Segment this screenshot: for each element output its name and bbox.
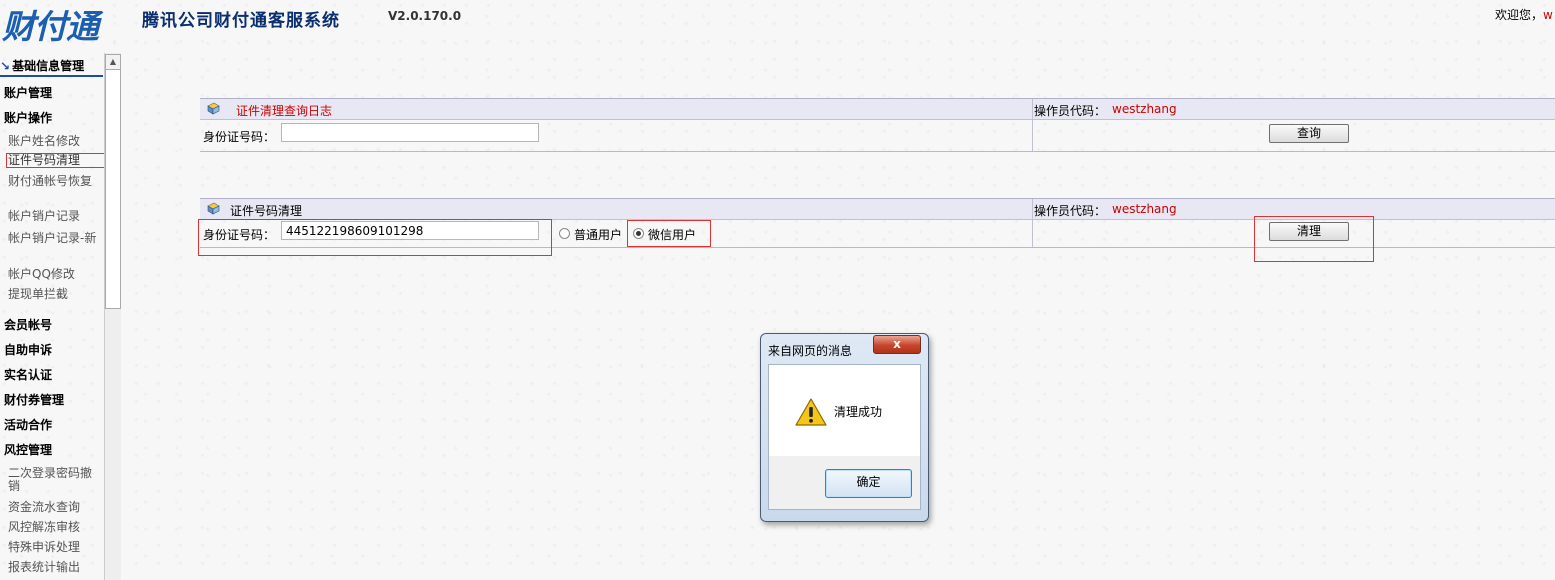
sidebar-category-account-operation[interactable]: 账户操作: [4, 109, 52, 126]
sidebar-category-risk[interactable]: 风控管理: [4, 441, 52, 458]
sidebar-item-risk-unfreeze[interactable]: 风控解冻审核: [8, 521, 100, 534]
query-panel-header: 证件清理查询日志 操作员代码： westzhang: [200, 98, 1555, 120]
query-panel-body: 身份证号码： 查询: [200, 119, 1555, 152]
dialog-content: 清理成功: [768, 364, 921, 457]
dialog-message: 清理成功: [834, 405, 883, 419]
sidebar-item-id-clean[interactable]: 证件号码清理: [6, 153, 104, 168]
radio-normal-user-label[interactable]: 普通用户: [574, 226, 622, 243]
welcome-user[interactable]: w: [1543, 8, 1553, 22]
scrollbar-thumb[interactable]: [105, 69, 121, 309]
sidebar-item-name-modify[interactable]: 账户姓名修改: [8, 135, 100, 148]
version-label: V2.0.170.0: [388, 9, 462, 23]
warning-icon: [795, 398, 827, 426]
sidebar-item-report-output[interactable]: 报表统计输出: [8, 561, 100, 574]
welcome-prefix: 欢迎您，: [1495, 8, 1544, 22]
close-icon[interactable]: x: [873, 335, 921, 354]
sidebar-item-fund-flow[interactable]: 资金流水查询: [8, 501, 100, 514]
ok-button[interactable]: 确定: [825, 469, 912, 498]
query-button[interactable]: 查询: [1269, 124, 1349, 143]
sidebar-category-realname[interactable]: 实名认证: [4, 366, 52, 383]
scroll-up-arrow-icon[interactable]: ▲: [105, 54, 121, 70]
header: 财付通 腾讯公司财付通客服系统 V2.0.170.0 欢迎您，w: [0, 0, 1555, 48]
system-title: 腾讯公司财付通客服系统: [142, 11, 340, 31]
radio-normal-user[interactable]: [559, 228, 570, 239]
sidebar-item-close-record-new[interactable]: 帐户销户记录-新: [8, 232, 100, 245]
operator-label: 操作员代码：: [1034, 104, 1107, 118]
sidebar-category-member[interactable]: 会员帐号: [4, 316, 52, 333]
tenpay-logo: 财付通: [0, 0, 130, 46]
operator-value: westzhang: [1112, 202, 1177, 216]
highlight-wechat-radio: [627, 220, 711, 247]
welcome-text: 欢迎您，w: [1495, 6, 1553, 23]
sidebar-item-special-appeal[interactable]: 特殊申诉处理: [8, 541, 100, 554]
operator-label: 操作员代码：: [1034, 204, 1107, 218]
query-panel-title: 证件清理查询日志: [236, 104, 333, 118]
dialog-title: 来自网页的消息: [768, 344, 853, 358]
highlight-id-input: [198, 219, 552, 256]
panel-divider: [1032, 219, 1033, 247]
logo-text: 财付通: [2, 7, 99, 46]
highlight-clean-button: [1254, 216, 1374, 262]
message-dialog: 来自网页的消息 x 清理成功 确定: [760, 333, 929, 522]
clean-panel-title: 证件号码清理: [230, 204, 303, 218]
collapse-arrow-icon: ↘: [0, 59, 11, 73]
sidebar-item-withdraw-intercept[interactable]: 提现单拦截: [8, 288, 100, 301]
sidebar-category-appeal[interactable]: 自助申诉: [4, 341, 52, 358]
cube-icon: [207, 202, 220, 215]
cube-icon: [207, 102, 220, 115]
panel-divider: [1032, 99, 1033, 119]
sidebar-item-close-record[interactable]: 帐户销户记录: [8, 210, 100, 223]
sidebar: ↘ 基础信息管理 账户管理 账户操作 账户姓名修改 证件号码清理 财付通帐号恢复 …: [0, 53, 121, 580]
query-id-input[interactable]: [281, 123, 539, 142]
sidebar-section-title[interactable]: ↘ 基础信息管理: [0, 57, 103, 77]
sidebar-category-activity[interactable]: 活动合作: [4, 416, 52, 433]
operator-value: westzhang: [1112, 102, 1177, 116]
sidebar-menu: ↘ 基础信息管理 账户管理 账户操作 账户姓名修改 证件号码清理 财付通帐号恢复 …: [0, 53, 104, 580]
id-number-label: 身份证号码：: [203, 130, 276, 144]
query-log-panel: 证件清理查询日志 操作员代码： westzhang 身份证号码： 查询: [200, 98, 1555, 153]
sidebar-scrollbar[interactable]: ▲: [104, 53, 121, 580]
sidebar-item-account-recover[interactable]: 财付通帐号恢复: [8, 175, 100, 188]
sidebar-category-account-management[interactable]: 账户管理: [4, 84, 52, 101]
dialog-footer: 确定: [768, 456, 921, 510]
sidebar-section-label: 基础信息管理: [12, 59, 85, 73]
sidebar-item-password-revoke[interactable]: 二次登录密码撤销: [8, 467, 100, 493]
panel-divider: [1032, 119, 1033, 151]
sidebar-item-qq-modify[interactable]: 帐户QQ修改: [8, 268, 100, 281]
sidebar-category-coupon[interactable]: 财付券管理: [4, 391, 64, 408]
panel-divider: [1032, 199, 1033, 219]
